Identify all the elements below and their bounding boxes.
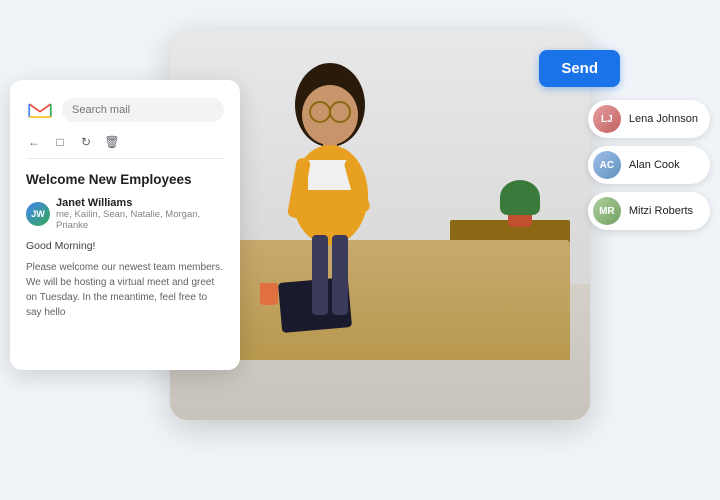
plant-leaves (500, 180, 540, 215)
sender-info: Janet Williams me, Kailin, Sean, Natalie… (56, 197, 224, 231)
recipient-avatar-alan: AC (593, 151, 621, 179)
sender-avatar: JW (26, 202, 50, 226)
recipient-card-alan: AC Alan Cook (588, 146, 710, 184)
gmail-logo (26, 96, 54, 124)
recipient-card-mitzi: MR Mitzi Roberts (588, 192, 710, 230)
sender-row: JW Janet Williams me, Kailin, Sean, Nata… (26, 197, 224, 231)
sender-name: Janet Williams (56, 197, 224, 209)
plant (500, 180, 540, 225)
gmail-search-input[interactable] (62, 98, 224, 122)
delete-icon[interactable]: 🗑 (104, 134, 120, 150)
recipient-name-mitzi: Mitzi Roberts (629, 205, 693, 217)
person-figure (230, 50, 430, 370)
back-icon[interactable]: ← (26, 134, 42, 150)
recipient-avatar-lena: LJ (593, 105, 621, 133)
recipient-name-lena: Lena Johnson (629, 113, 698, 125)
recipients-panel: LJ Lena Johnson AC Alan Cook MR Mitzi Ro… (588, 100, 710, 230)
refresh-icon[interactable]: ↻ (78, 134, 94, 150)
gmail-card: ← □ ↻ 🗑 Welcome New Employees JW Janet W… (10, 80, 240, 370)
email-body: Good Morning! Please welcome our newest … (26, 239, 224, 321)
recipient-card-lena: LJ Lena Johnson (588, 100, 710, 138)
plant-pot (508, 215, 532, 227)
recipient-name-alan: Alan Cook (629, 159, 680, 171)
email-body-text: Please welcome our newest team members. … (26, 260, 224, 320)
scene: ← □ ↻ 🗑 Welcome New Employees JW Janet W… (0, 0, 720, 500)
recipient-avatar-mitzi: MR (593, 197, 621, 225)
gmail-toolbar: ← □ ↻ 🗑 (26, 134, 224, 159)
sender-recipients: me, Kailin, Sean, Natalie, Morgan, Prian… (56, 209, 224, 231)
email-subject: Welcome New Employees (26, 171, 224, 189)
archive-icon[interactable]: □ (52, 134, 68, 150)
gmail-header (26, 96, 224, 124)
send-button[interactable]: Send (539, 50, 620, 87)
email-greeting: Good Morning! (26, 239, 224, 255)
